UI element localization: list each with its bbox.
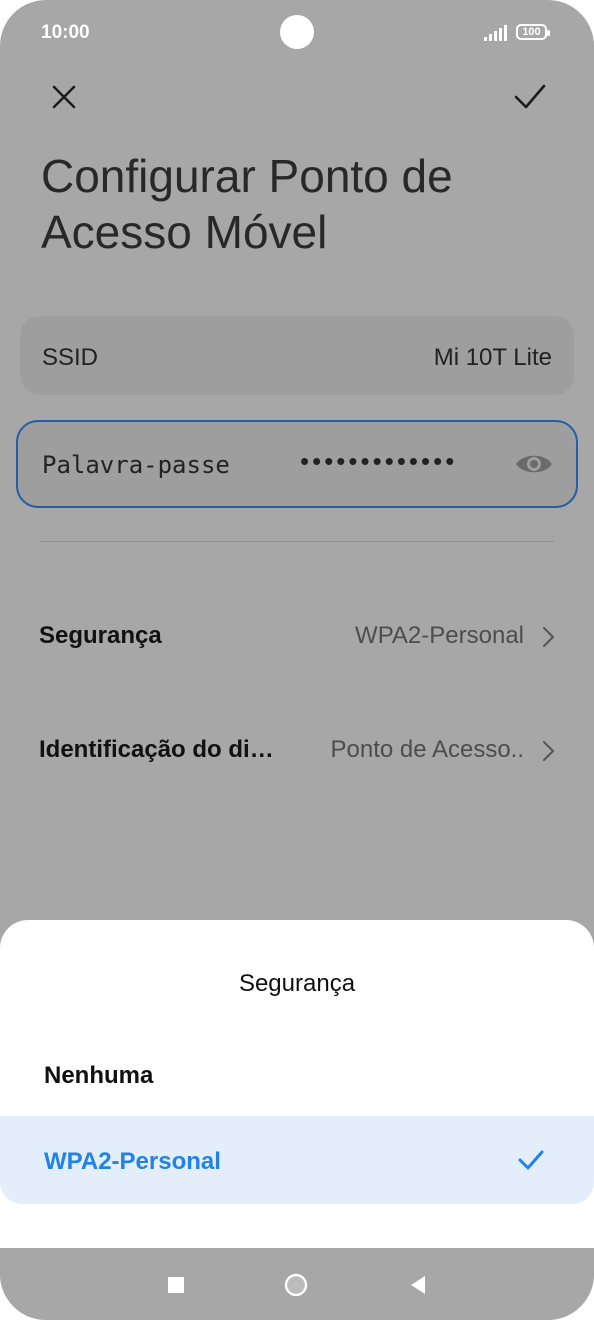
back-button[interactable]	[406, 1273, 430, 1297]
option-label: Nenhuma	[44, 1062, 154, 1089]
chevron-right-icon	[543, 741, 554, 761]
password-field[interactable]: Palavra-passe •••••••••••••	[16, 420, 578, 508]
eye-icon[interactable]	[514, 449, 554, 479]
signal-icon	[484, 25, 507, 41]
camera-cutout	[280, 15, 314, 49]
status-time: 10:00	[41, 22, 90, 43]
device-id-label: Identificação do di…	[39, 736, 274, 763]
option-wpa2-personal[interactable]: WPA2-Personal	[0, 1116, 594, 1204]
phone-screen: 10:00 100 Configurar Ponto de Acesso Móv…	[0, 0, 594, 1320]
ssid-label: SSID	[42, 344, 99, 371]
close-icon	[52, 85, 76, 109]
chevron-right-icon	[543, 627, 554, 647]
security-label: Segurança	[39, 622, 162, 649]
password-mask: •••••••••••••	[300, 446, 458, 476]
security-bottom-sheet: Segurança Nenhuma WPA2-Personal	[0, 920, 594, 1260]
option-nenhuma[interactable]: Nenhuma	[0, 1030, 594, 1118]
sheet-title: Segurança	[238, 970, 356, 997]
device-id-value: Ponto de Acesso..	[330, 736, 524, 763]
divider	[40, 541, 554, 542]
security-value: WPA2-Personal	[355, 622, 524, 649]
navigation-bar	[0, 1248, 594, 1320]
security-row[interactable]: Segurança WPA2-Personal	[0, 604, 594, 664]
check-icon	[514, 84, 546, 109]
close-button[interactable]	[42, 75, 86, 119]
confirm-button[interactable]	[508, 75, 552, 119]
device-id-row[interactable]: Identificação do di… Ponto de Acesso..	[0, 718, 594, 778]
battery-level: 100	[522, 26, 541, 38]
page-title: Configurar Ponto de Acesso Móvel	[41, 150, 453, 258]
ssid-value: Mi 10T Lite	[433, 344, 552, 371]
password-label: Palavra-passe	[42, 451, 230, 479]
check-icon	[518, 1150, 544, 1170]
ssid-field[interactable]: SSID Mi 10T Lite	[20, 316, 574, 395]
home-button[interactable]	[284, 1273, 308, 1297]
battery-icon: 100	[516, 24, 550, 40]
status-bar: 10:00 100	[0, 0, 594, 66]
recents-button[interactable]	[164, 1273, 188, 1297]
option-label: WPA2-Personal	[44, 1148, 221, 1175]
